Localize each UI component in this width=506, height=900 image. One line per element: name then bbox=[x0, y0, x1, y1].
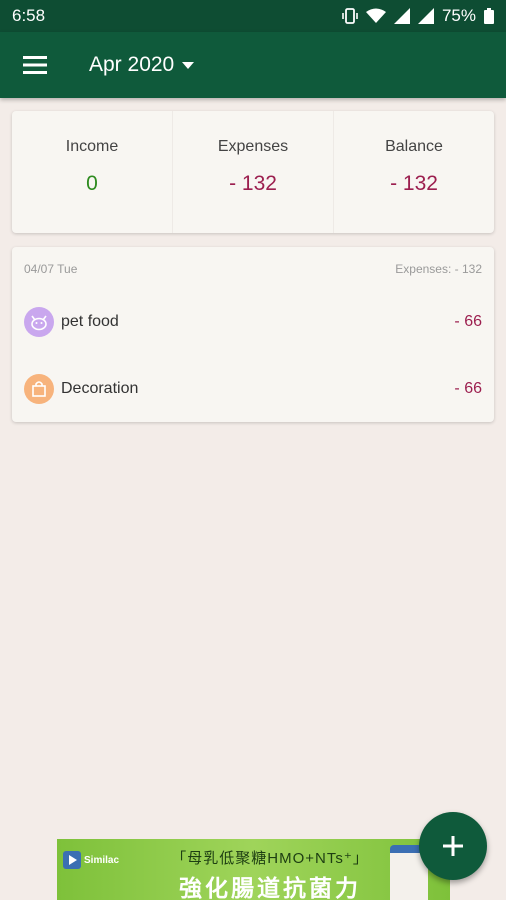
ad-headline: 「母乳低聚糖HMO+NTs⁺」 bbox=[171, 850, 369, 867]
day-total: Expenses: - 132 bbox=[395, 262, 482, 276]
expenses-label: Expenses bbox=[217, 138, 289, 155]
status-icons: 75% bbox=[342, 6, 494, 26]
status-bar: 6:58 75% bbox=[0, 0, 506, 32]
menu-button[interactable] bbox=[0, 32, 70, 98]
expenses-value: - 132 bbox=[229, 172, 277, 195]
vibrate-icon bbox=[342, 8, 358, 24]
summary-card: Income 0 Expenses - 132 Balance - 132 bbox=[12, 111, 494, 233]
day-header: 04/07 Tue Expenses: - 132 bbox=[12, 247, 494, 276]
ad-tagline: 強化腸道抗菌力 bbox=[179, 875, 361, 900]
hamburger-menu-icon bbox=[23, 56, 47, 74]
battery-percent: 75% bbox=[441, 6, 476, 25]
balance-label: Balance bbox=[385, 138, 443, 155]
transaction-name: Decoration bbox=[61, 380, 139, 397]
expenses-summary: Expenses - 132 bbox=[172, 111, 333, 233]
month-picker[interactable]: Apr 2020 bbox=[89, 53, 195, 77]
income-value: 0 bbox=[86, 172, 98, 195]
transaction-row[interactable]: Decoration - 66 bbox=[12, 359, 494, 419]
add-transaction-button[interactable] bbox=[419, 812, 487, 880]
day-date: 04/07 Tue bbox=[24, 262, 78, 276]
signal-icon bbox=[393, 8, 410, 24]
dropdown-arrow-icon bbox=[182, 61, 195, 69]
ad-banner[interactable]: Similac 「母乳低聚糖HMO+NTs⁺」 強化腸道抗菌力 bbox=[57, 839, 450, 900]
status-time: 6:58 bbox=[12, 6, 46, 25]
income-summary: Income 0 bbox=[12, 111, 172, 233]
ad-brand-logo: Similac bbox=[63, 847, 125, 873]
plus-icon bbox=[443, 836, 463, 856]
month-label: Apr 2020 bbox=[89, 53, 175, 76]
ad-brand: Similac bbox=[84, 854, 120, 866]
transaction-amount: - 66 bbox=[454, 313, 482, 330]
balance-value: - 132 bbox=[390, 172, 438, 195]
income-label: Income bbox=[65, 138, 119, 155]
signal-icon-2 bbox=[417, 8, 434, 24]
day-group-card: 04/07 Tue Expenses: - 132 pet food - 66 … bbox=[12, 247, 494, 422]
shopping-bag-icon bbox=[24, 374, 54, 404]
battery-icon bbox=[484, 8, 494, 24]
pet-icon bbox=[24, 307, 54, 337]
transaction-name: pet food bbox=[61, 313, 119, 330]
transaction-row[interactable]: pet food - 66 bbox=[12, 292, 494, 352]
balance-summary: Balance - 132 bbox=[333, 111, 494, 233]
transaction-amount: - 66 bbox=[454, 380, 482, 397]
play-icon bbox=[63, 851, 81, 869]
wifi-icon bbox=[365, 8, 386, 23]
app-bar: Apr 2020 bbox=[0, 32, 506, 98]
